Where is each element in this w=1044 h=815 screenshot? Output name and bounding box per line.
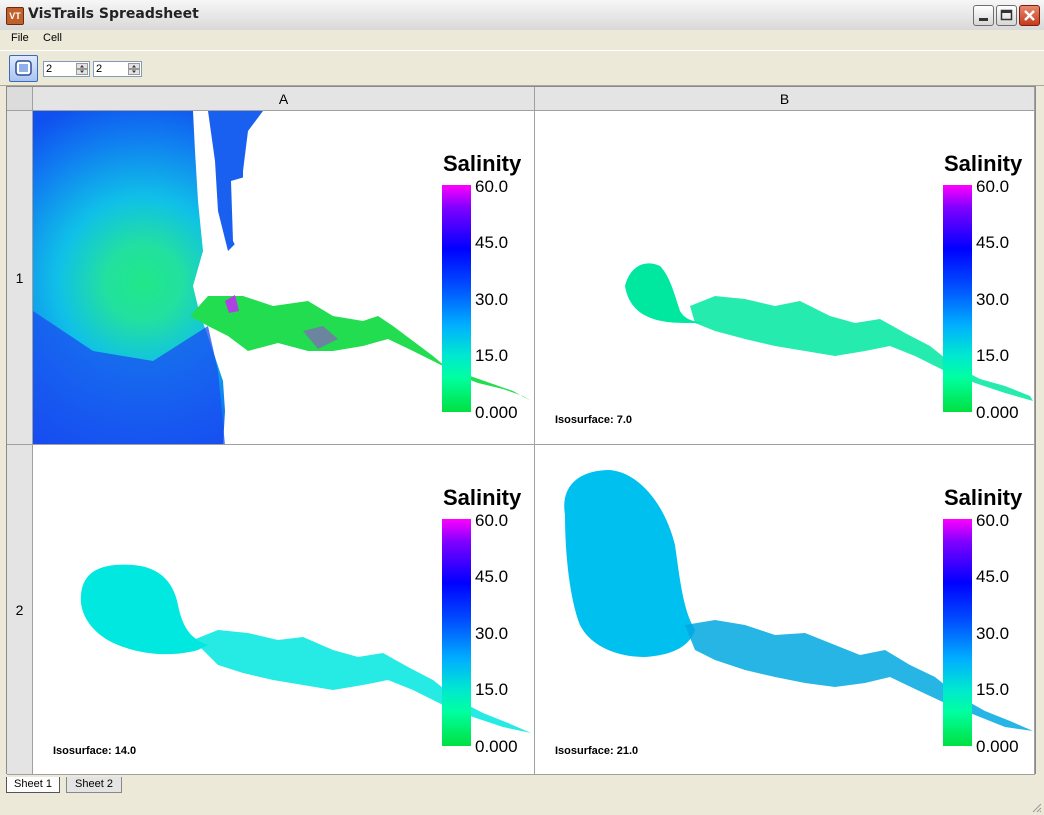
menu-cell[interactable]: Cell [43,32,62,44]
columns-value: 2 [96,63,103,75]
row-header-1[interactable]: 1 [7,111,33,445]
legend-tick: 15.0 [475,346,509,365]
window-title: VisTrails Spreadsheet [28,6,199,22]
toolbar: 2 2 [0,50,1044,86]
legend-tick: 60.0 [475,177,509,196]
legend-tick: 30.0 [976,624,1010,643]
menu-file[interactable]: File [11,32,29,44]
rows-value: 2 [46,63,53,75]
isosurface-label: Isosurface: 21.0 [555,745,639,757]
rows-down-arrow-icon[interactable] [76,69,88,75]
legend-title: Salinity [443,151,522,176]
legend-colorbar [943,185,972,412]
legend-tick: 30.0 [475,290,509,309]
legend-tick: 0.000 [475,737,518,756]
grid-corner[interactable] [7,87,33,111]
isosurface-label: Isosurface: 7.0 [555,414,633,426]
column-header-b[interactable]: B [535,87,1035,111]
columns-spinbox[interactable]: 2 [93,61,142,77]
legend-colorbar [442,185,471,412]
maximize-icon [1000,9,1013,21]
legend-tick: 45.0 [475,567,509,586]
row-header-2[interactable]: 2 [7,445,33,775]
cell-a1[interactable]: Salinity 60.0 45.0 30.0 15.0 0.000 [33,111,535,445]
legend-tick: 45.0 [976,567,1010,586]
legend-tick: 30.0 [475,624,509,643]
legend-tick: 0.000 [976,403,1019,422]
legend-tick: 45.0 [475,233,509,252]
minimize-button[interactable] [973,5,994,26]
legend-tick: 15.0 [475,680,509,699]
tab-sheet-2[interactable]: Sheet 2 [66,777,122,793]
legend-title: Salinity [944,151,1023,176]
legend-tick: 60.0 [976,511,1010,530]
close-icon [1024,10,1035,21]
legend-tick: 30.0 [976,290,1010,309]
fit-to-window-button[interactable] [9,55,38,82]
legend-colorbar [943,519,972,746]
legend-title: Salinity [443,485,522,510]
legend-tick: 45.0 [976,233,1010,252]
cell-b1[interactable]: Salinity 60.0 45.0 30.0 15.0 0.000 Isosu… [535,111,1035,445]
close-button[interactable] [1019,5,1040,26]
legend-tick: 60.0 [976,177,1010,196]
rows-spinbox[interactable]: 2 [43,61,90,77]
maximize-button[interactable] [996,5,1017,26]
legend-tick: 15.0 [976,346,1010,365]
isosurface-label: Isosurface: 14.0 [53,745,137,757]
tab-sheet-1[interactable]: Sheet 1 [6,777,60,793]
vistrails-app-icon[interactable]: VT [6,7,24,25]
legend-tick: 15.0 [976,680,1010,699]
title-bar: VT VisTrails Spreadsheet [0,0,1044,31]
column-header-a[interactable]: A [33,87,535,111]
columns-down-arrow-icon[interactable] [128,69,140,75]
legend-tick: 0.000 [976,737,1019,756]
fit-window-icon [15,60,32,76]
cell-b2[interactable]: Salinity 60.0 45.0 30.0 15.0 0.000 Isosu… [535,445,1035,775]
spreadsheet-grid: A B 1 2 Salinity 60.0 45.0 30.0 15.0 0.0… [6,86,1036,775]
menu-bar: File Cell [0,30,1044,48]
legend-colorbar [442,519,471,746]
cell-a2[interactable]: Salinity 60.0 45.0 30.0 15.0 0.000 Isosu… [33,445,535,775]
legend-title: Salinity [944,485,1023,510]
legend-tick: 60.0 [475,511,509,530]
minimize-icon [979,18,988,21]
resize-grip-icon[interactable] [1030,801,1042,813]
legend-tick: 0.000 [475,403,518,422]
